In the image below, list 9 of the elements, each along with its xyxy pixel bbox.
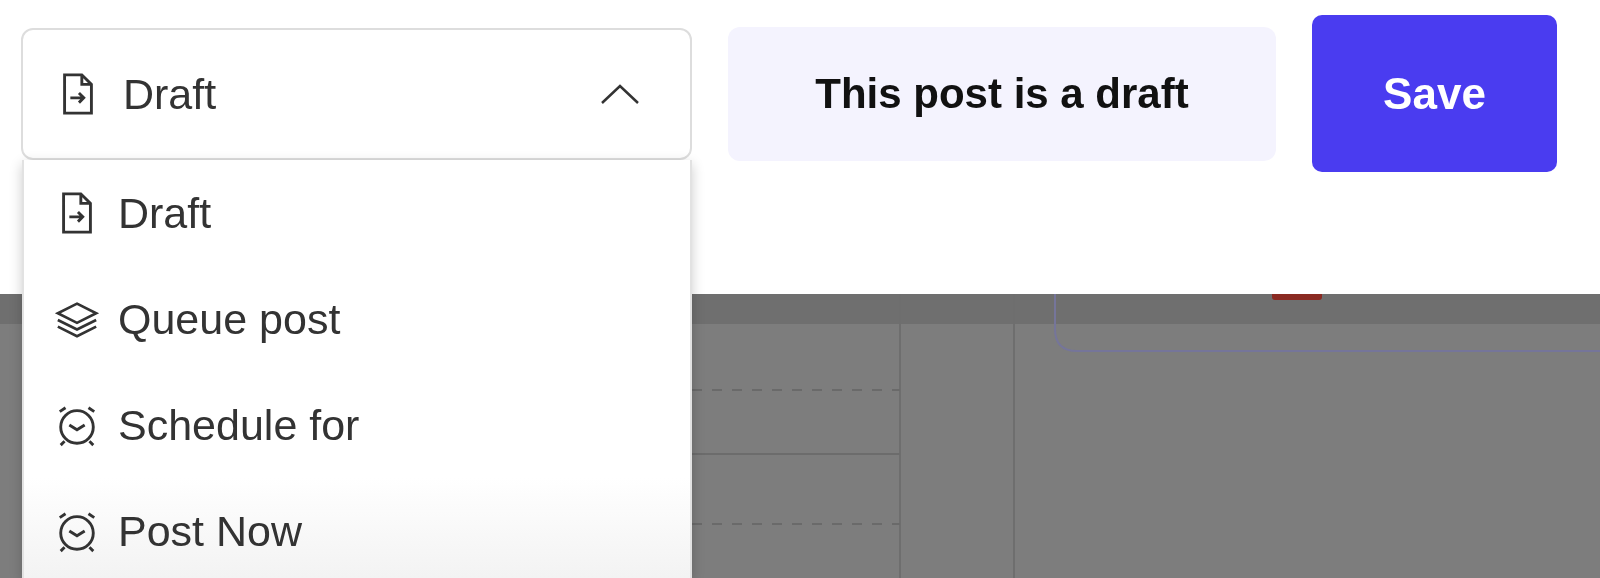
menu-item[interactable]: Schedule for: [24, 372, 690, 478]
menu-item[interactable]: Post Now: [24, 478, 690, 578]
caret-icon: [600, 83, 640, 105]
status-note: This post is a draft: [728, 27, 1276, 161]
menu-item[interactable]: Queue post: [24, 266, 690, 372]
save-button[interactable]: Save: [1312, 15, 1557, 172]
status-select[interactable]: Draft: [21, 28, 692, 160]
menu-item[interactable]: Draft: [24, 160, 690, 266]
selected-value: Draft: [123, 69, 218, 119]
